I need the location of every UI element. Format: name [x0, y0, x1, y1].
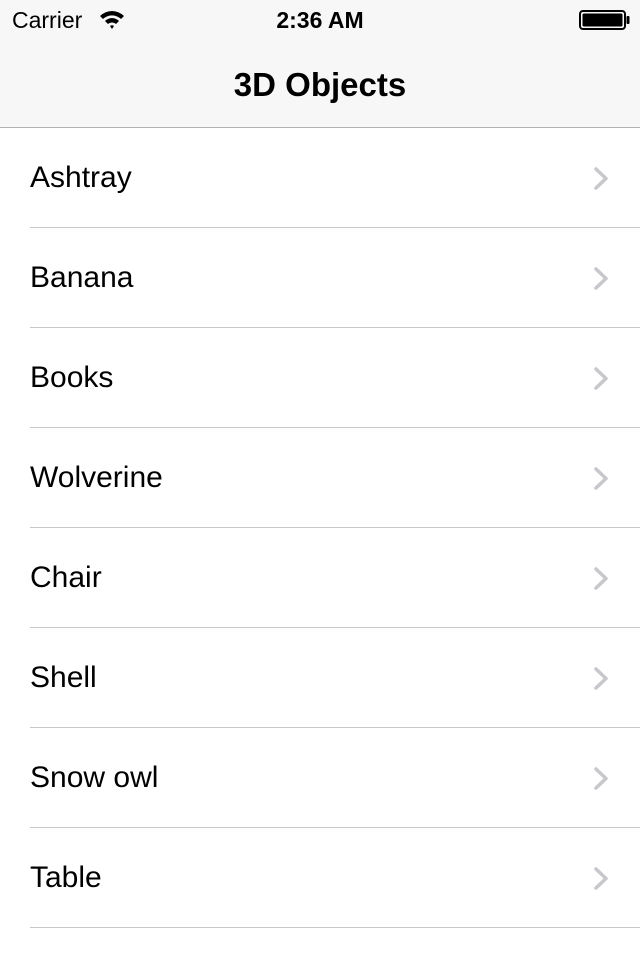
chevron-right-icon	[594, 567, 608, 590]
chevron-right-icon	[594, 667, 608, 690]
chevron-right-icon	[594, 267, 608, 290]
list-item-label: Wolverine	[30, 461, 163, 494]
chevron-right-icon	[594, 367, 608, 390]
chevron-right-icon	[594, 467, 608, 490]
list-item[interactable]: Chair	[0, 528, 640, 628]
page-title: 3D Objects	[233, 66, 407, 103]
list-item-label: Shell	[30, 661, 97, 694]
list-item-label: Chair	[30, 561, 102, 594]
navigation-header: Carrier 2:36 AM 3D Objects	[0, 0, 640, 128]
list-item[interactable]: Wolverine	[0, 428, 640, 528]
object-list: Ashtray Banana Books Wolverine Chair She…	[0, 128, 640, 928]
battery-full-icon	[579, 10, 630, 30]
list-item[interactable]: Books	[0, 328, 640, 428]
list-item-label: Snow owl	[30, 761, 159, 794]
list-item[interactable]: Shell	[0, 628, 640, 728]
list-item-label: Banana	[30, 261, 134, 294]
list-item[interactable]: Table	[0, 828, 640, 928]
chevron-right-icon	[594, 767, 608, 790]
status-time: 2:36 AM	[276, 7, 364, 33]
row-separator	[30, 927, 640, 928]
list-item[interactable]: Snow owl	[0, 728, 640, 828]
list-item-label: Table	[30, 861, 102, 894]
list-item-label: Books	[30, 361, 114, 394]
list-item[interactable]: Banana	[0, 228, 640, 328]
chevron-right-icon	[594, 867, 608, 890]
list-item[interactable]: Ashtray	[0, 128, 640, 228]
chevron-right-icon	[594, 167, 608, 190]
list-item-label: Ashtray	[30, 161, 132, 194]
status-bar: Carrier 2:36 AM	[0, 0, 640, 40]
